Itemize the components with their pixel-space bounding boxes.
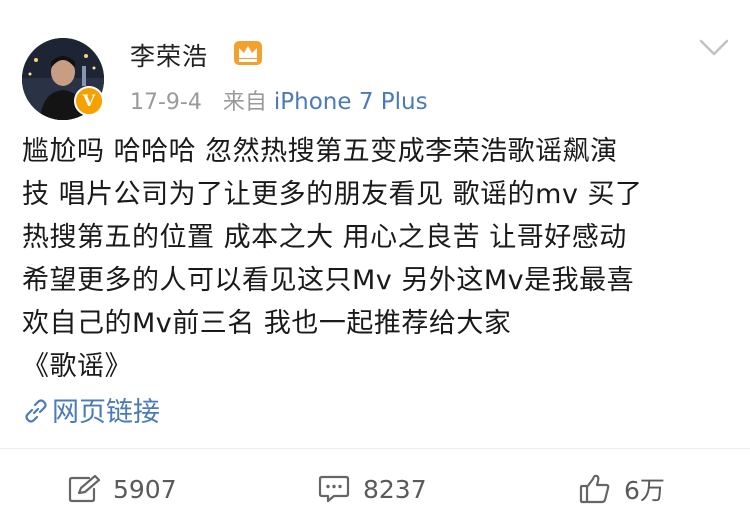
repost-button[interactable]: 5907: [67, 465, 177, 513]
post-meta: 17-9-4 来自 iPhone 7 Plus: [130, 84, 428, 116]
repost-icon: [68, 474, 101, 503]
content-line: 技 唱片公司为了让更多的朋友看见 歌谣的mv 买了: [22, 179, 643, 210]
web-link-label: 网页链接: [52, 397, 160, 428]
chevron-down-icon[interactable]: [698, 38, 730, 58]
post-header: V 李荣浩 17-9-4 来自 iPhone 7 Plus: [0, 0, 750, 120]
post-date: 17-9-4: [130, 90, 202, 115]
web-link[interactable]: 网页链接: [22, 390, 160, 429]
comment-icon: [318, 475, 350, 503]
repost-count: 5907: [113, 474, 177, 504]
author-name[interactable]: 李荣浩: [130, 37, 208, 73]
like-button[interactable]: 6万: [578, 465, 665, 513]
link-icon: [25, 399, 47, 423]
divider: [0, 448, 750, 449]
crown-icon[interactable]: [233, 37, 263, 67]
action-bar: 5907 8237 6万: [0, 465, 750, 513]
source-device[interactable]: iPhone 7 Plus: [274, 89, 428, 115]
comment-button[interactable]: 8237: [317, 465, 427, 513]
content-line: 尴尬吗 哈哈哈 忽然热搜第五变成李荣浩歌谣飙演: [22, 136, 618, 167]
comment-count: 8237: [363, 474, 427, 504]
like-count: 6万: [624, 476, 665, 505]
verified-badge: V: [74, 86, 104, 116]
content-line: 希望更多的人可以看见这只Mv 另外这Mv是我最喜: [22, 265, 635, 296]
song-title: 《歌谣》: [22, 351, 132, 382]
source-prefix: 来自: [222, 90, 267, 115]
thumbs-up-icon: [579, 474, 610, 504]
post-content: 尴尬吗 哈哈哈 忽然热搜第五变成李荣浩歌谣飙演 技 唱片公司为了让更多的朋友看见…: [22, 130, 742, 388]
content-line: 欢自己的Mv前三名 我也一起推荐给大家: [22, 308, 512, 339]
content-line: 热搜第五的位置 成本之大 用心之良苦 让哥好感动: [22, 222, 627, 253]
